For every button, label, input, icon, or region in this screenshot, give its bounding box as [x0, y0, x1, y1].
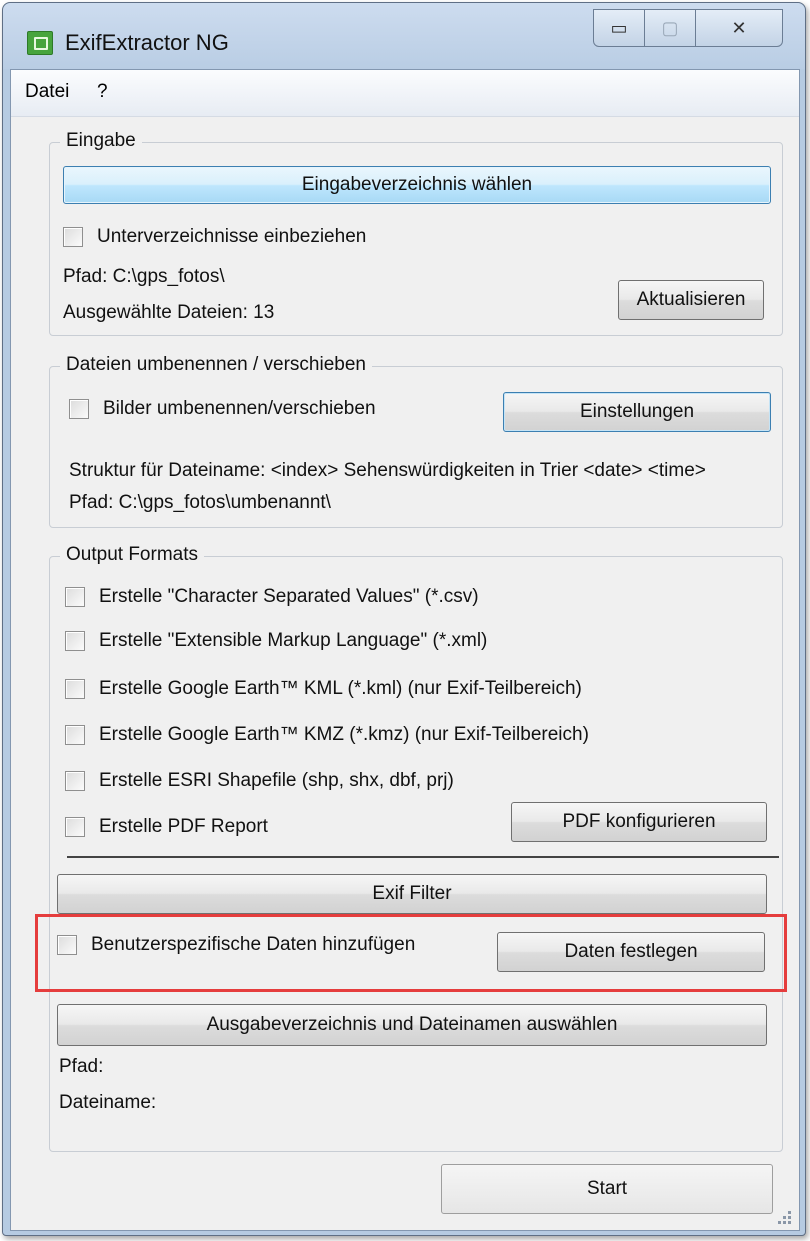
pdf-checkbox[interactable]	[65, 817, 85, 837]
title-bar[interactable]: ExifExtractor NG ▭ ▢ ✕	[3, 3, 805, 69]
main-window: ExifExtractor NG ▭ ▢ ✕ Datei ? Eingabe E…	[2, 2, 806, 1236]
kml-label: Erstelle Google Earth™ KML (*.kml) (nur …	[99, 678, 582, 699]
minimize-icon: ▭	[610, 17, 628, 38]
window-controls: ▭ ▢ ✕	[593, 9, 783, 47]
resize-grip-icon[interactable]	[775, 1208, 791, 1224]
xml-option-row[interactable]: Erstelle "Extensible Markup Language" (*…	[65, 630, 487, 652]
menu-help[interactable]: ?	[97, 81, 108, 103]
csv-checkbox[interactable]	[65, 587, 85, 607]
xml-label: Erstelle "Extensible Markup Language" (*…	[99, 630, 488, 651]
filename-structure: Struktur für Dateiname: <index> Sehenswü…	[69, 460, 706, 481]
maximize-icon: ▢	[661, 17, 679, 38]
rename-path: Pfad: C:\gps_fotos\umbenannt\	[69, 492, 331, 513]
input-path: Pfad: C:\gps_fotos\	[63, 266, 225, 287]
menu-datei[interactable]: Datei	[25, 81, 69, 103]
refresh-button[interactable]: Aktualisieren	[618, 280, 764, 320]
xml-checkbox[interactable]	[65, 631, 85, 651]
kmz-option-row[interactable]: Erstelle Google Earth™ KMZ (*.kmz) (nur …	[65, 724, 589, 746]
app-icon	[27, 31, 53, 55]
menu-bar: Datei ?	[11, 70, 799, 117]
minimize-button[interactable]: ▭	[593, 9, 645, 47]
kml-option-row[interactable]: Erstelle Google Earth™ KML (*.kml) (nur …	[65, 678, 582, 700]
selected-files-count: Ausgewählte Dateien: 13	[63, 302, 275, 323]
input-group-title: Eingabe	[60, 130, 142, 152]
shapefile-option-row[interactable]: Erstelle ESRI Shapefile (shp, shx, dbf, …	[65, 770, 454, 792]
kml-checkbox[interactable]	[65, 679, 85, 699]
csv-option-row[interactable]: Erstelle "Character Separated Values" (*…	[65, 586, 479, 608]
csv-label: Erstelle "Character Separated Values" (*…	[99, 586, 479, 607]
close-button[interactable]: ✕	[696, 9, 783, 47]
rename-group-title: Dateien umbenennen / verschieben	[60, 354, 372, 376]
kmz-checkbox[interactable]	[65, 725, 85, 745]
client-area: Datei ? Eingabe Eingabeverzeichnis wähle…	[10, 69, 800, 1231]
define-data-button[interactable]: Daten festlegen	[497, 932, 765, 972]
shapefile-label: Erstelle ESRI Shapefile (shp, shx, dbf, …	[99, 770, 454, 791]
output-separator	[67, 856, 779, 858]
rename-label: Bilder umbenennen/verschieben	[103, 398, 376, 419]
window-title: ExifExtractor NG	[65, 30, 229, 55]
pdf-configure-button[interactable]: PDF konfigurieren	[511, 802, 767, 842]
rename-settings-button[interactable]: Einstellungen	[503, 392, 771, 432]
subdirs-checkbox[interactable]	[63, 227, 83, 247]
rename-checkbox[interactable]	[69, 399, 89, 419]
output-path-label: Pfad:	[59, 1056, 104, 1077]
output-filename-label: Dateiname:	[59, 1092, 157, 1113]
rename-checkbox-row[interactable]: Bilder umbenennen/verschieben	[69, 398, 376, 420]
exif-filter-button[interactable]: Exif Filter	[57, 874, 767, 914]
choose-input-dir-button[interactable]: Eingabeverzeichnis wählen	[63, 166, 771, 204]
output-group-title: Output Formats	[60, 544, 204, 566]
pdf-label: Erstelle PDF Report	[99, 816, 268, 837]
shapefile-checkbox[interactable]	[65, 771, 85, 791]
maximize-button[interactable]: ▢	[645, 9, 696, 47]
custom-data-label: Benutzerspezifische Daten hinzufügen	[91, 934, 416, 955]
subdirs-checkbox-row[interactable]: Unterverzeichnisse einbeziehen	[63, 226, 366, 248]
custom-data-row[interactable]: Benutzerspezifische Daten hinzufügen	[57, 934, 415, 956]
subdirs-label: Unterverzeichnisse einbeziehen	[97, 226, 367, 247]
start-button[interactable]: Start	[441, 1164, 773, 1214]
output-dir-button[interactable]: Ausgabeverzeichnis und Dateinamen auswäh…	[57, 1004, 767, 1046]
kmz-label: Erstelle Google Earth™ KMZ (*.kmz) (nur …	[99, 724, 589, 745]
custom-data-checkbox[interactable]	[57, 935, 77, 955]
close-icon: ✕	[731, 17, 747, 38]
pdf-option-row[interactable]: Erstelle PDF Report	[65, 816, 268, 838]
